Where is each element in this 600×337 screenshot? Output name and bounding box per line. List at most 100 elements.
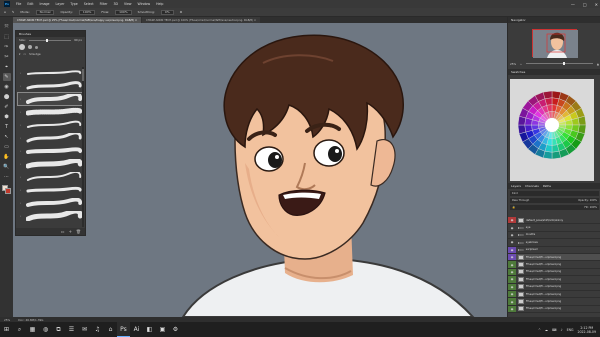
smoothing-input[interactable]: 0% (160, 9, 174, 15)
brush-size-slider[interactable] (28, 38, 72, 42)
keyboard-icon[interactable]: ⌨ (552, 328, 557, 332)
brush-preset-item[interactable]: › (18, 132, 82, 144)
eye-visibility-icon[interactable]: ◉ (508, 232, 516, 238)
brush-tool-icon[interactable]: ✎ (12, 10, 15, 14)
stamp-tool-icon[interactable]: ◉ (3, 83, 11, 91)
eye-visibility-icon[interactable]: ◉ (508, 298, 516, 305)
more-tools-icon[interactable]: ⋯ (3, 173, 11, 181)
new-brush-icon[interactable]: + (69, 229, 72, 234)
brush-preset-item[interactable]: › (18, 184, 82, 196)
eye-visibility-icon[interactable]: ◉ (508, 276, 516, 283)
color-wheel-palette[interactable] (510, 79, 594, 181)
taskbar-app-icon[interactable]: Ai (130, 322, 143, 337)
eye-visibility-icon[interactable]: ◉ (508, 305, 516, 313)
taskbar-app-icon[interactable]: ▣ (156, 322, 169, 337)
layer-row[interactable]: ◉ Ffusa/cmsd/fr...urprised.png (508, 290, 600, 299)
path-select-tool-icon[interactable]: ↖ (3, 133, 11, 141)
type-tool-icon[interactable]: T (3, 123, 11, 131)
layer-row[interactable]: ◉ Ffusa/cmsd/fr...urprised.png (508, 268, 600, 277)
layer-row[interactable]: ◉ ▸▭ eyebrows (508, 239, 600, 247)
gradient-tool-icon[interactable]: ✐ (3, 103, 11, 111)
color-swatch-cell[interactable] (542, 90, 553, 99)
brush-preset-item[interactable]: › (18, 158, 82, 170)
taskbar-app-icon[interactable]: ✉ (78, 322, 91, 337)
lasso-tool-icon[interactable]: ✑ (3, 43, 11, 51)
lock-icon[interactable]: 🔒 (512, 206, 515, 209)
brush-preset-item[interactable]: › (18, 106, 82, 118)
layer-blend-mode[interactable]: Pass Through Opacity: 100% (510, 198, 599, 203)
menu-filter[interactable]: Filter (100, 2, 108, 6)
taskbar-app-icon[interactable]: ☰ (65, 322, 78, 337)
brush-preset-item[interactable]: › (18, 210, 82, 222)
eye-visibility-icon[interactable]: ◉ (508, 268, 516, 276)
layer-opacity-value[interactable]: 100% (590, 199, 597, 202)
brush-preset-item[interactable]: › (17, 92, 83, 106)
tray-chevron-icon[interactable]: ^ (538, 328, 541, 332)
taskbar-app-icon[interactable]: ⚙ (169, 322, 182, 337)
brush-group-row[interactable]: ▾ ▭ Smudge (16, 51, 85, 57)
zoom-tool-icon[interactable]: 🔍 (3, 163, 11, 171)
blur-tool-icon[interactable]: ⬢ (3, 113, 11, 121)
opacity-input[interactable]: 100% (78, 9, 96, 15)
menu-edit[interactable]: Edit (27, 2, 33, 6)
taskbar-app-icon[interactable]: ◍ (39, 322, 52, 337)
taskbar-app-icon[interactable]: ⊞ (0, 322, 13, 337)
flow-input[interactable]: 100% (115, 9, 132, 15)
brush-preset-item[interactable]: › (18, 171, 82, 183)
navigator-title[interactable]: Navigator (511, 18, 526, 22)
layer-row[interactable]: ◉ ▸▭ mouths (508, 232, 600, 240)
eye-visibility-icon[interactable]: ◉ (508, 217, 516, 224)
taskbar-app-icon[interactable]: ♫ (91, 322, 104, 337)
zoom-in-icon[interactable]: ▲ (597, 62, 599, 66)
eye-visibility-icon[interactable]: ◉ (508, 283, 516, 290)
taskbar-app-icon[interactable]: ◧ (143, 322, 156, 337)
eye-visibility-icon[interactable]: ◉ (508, 261, 516, 268)
layer-row[interactable]: ◉ Ffusa/cmsd/fr...urprised.png (508, 298, 600, 306)
layer-row[interactable]: ◉ default_pose/shirt/arm/skinny (508, 217, 600, 225)
menu-select[interactable]: Select (84, 2, 94, 6)
navigator-zoom-value[interactable]: 25% (510, 62, 516, 66)
layer-row[interactable]: ◉ ▸▭ surprised (508, 246, 600, 254)
eye-visibility-icon[interactable]: ◉ (508, 290, 516, 298)
layer-row[interactable]: ◉ Ffusa/cmsd/fr...urprised.png (508, 253, 600, 262)
cloud-icon[interactable]: ☁ (545, 328, 548, 332)
status-zoom[interactable]: 25% (4, 318, 10, 322)
color-swatch-cell[interactable] (551, 151, 562, 160)
layer-row[interactable]: ◉ ▸▭ eye (508, 224, 600, 232)
crop-tool-icon[interactable]: ✂ (3, 53, 11, 61)
eye-visibility-icon[interactable]: ◉ (508, 239, 516, 245)
chevron-down-icon[interactable]: ▾ (19, 52, 20, 56)
channels-tab[interactable]: Channels (525, 184, 539, 188)
layers-tab[interactable]: Layers (511, 184, 521, 188)
layer-fill-value[interactable]: 100% (590, 206, 597, 209)
zoom-out-icon[interactable]: ▵ (520, 62, 521, 66)
menu-view[interactable]: View (124, 2, 132, 6)
settings-gear-icon[interactable]: ⚙ (180, 10, 183, 14)
eye-visibility-icon[interactable]: ◉ (508, 224, 516, 230)
brush-preset-item[interactable]: › (18, 80, 82, 92)
brush-preset-item[interactable]: › (18, 197, 82, 209)
brush-preset-item[interactable]: › (18, 145, 82, 157)
eye-visibility-icon[interactable]: ◉ (508, 246, 516, 253)
maximize-button[interactable]: □ (583, 2, 587, 7)
taskbar-app-icon[interactable]: ▦ (26, 322, 39, 337)
taskbar-app-icon[interactable]: ⌕ (13, 322, 26, 337)
brush-preset-item[interactable]: › (18, 67, 82, 79)
menu-window[interactable]: Window (138, 2, 151, 6)
taskbar-app-icon[interactable]: ⌂ (104, 322, 117, 337)
color-swatch-cell[interactable] (578, 115, 587, 126)
clock[interactable]: 2:12 PM 2022-08-09 (577, 326, 596, 334)
layer-row[interactable]: ◉ Ffusa/cmsd/fr...urprised.png (508, 305, 600, 314)
move-tool-icon[interactable]: ⤧ (3, 23, 11, 31)
taskbar-app-icon[interactable]: ⧉ (52, 322, 65, 337)
marquee-tool-icon[interactable]: ⬚ (3, 33, 11, 41)
brush-preset-item[interactable]: › (18, 119, 82, 131)
menu-layer[interactable]: Layer (56, 2, 65, 6)
close-button[interactable]: ✕ (595, 2, 598, 7)
eyedropper-tool-icon[interactable]: ⌖ (3, 63, 11, 71)
paths-tab[interactable]: Paths (543, 184, 551, 188)
menu-help[interactable]: Help (156, 2, 163, 6)
menu-3d[interactable]: 3D (113, 2, 117, 6)
color-swatches-icon[interactable] (2, 185, 11, 194)
hand-tool-icon[interactable]: ✋ (3, 153, 11, 161)
